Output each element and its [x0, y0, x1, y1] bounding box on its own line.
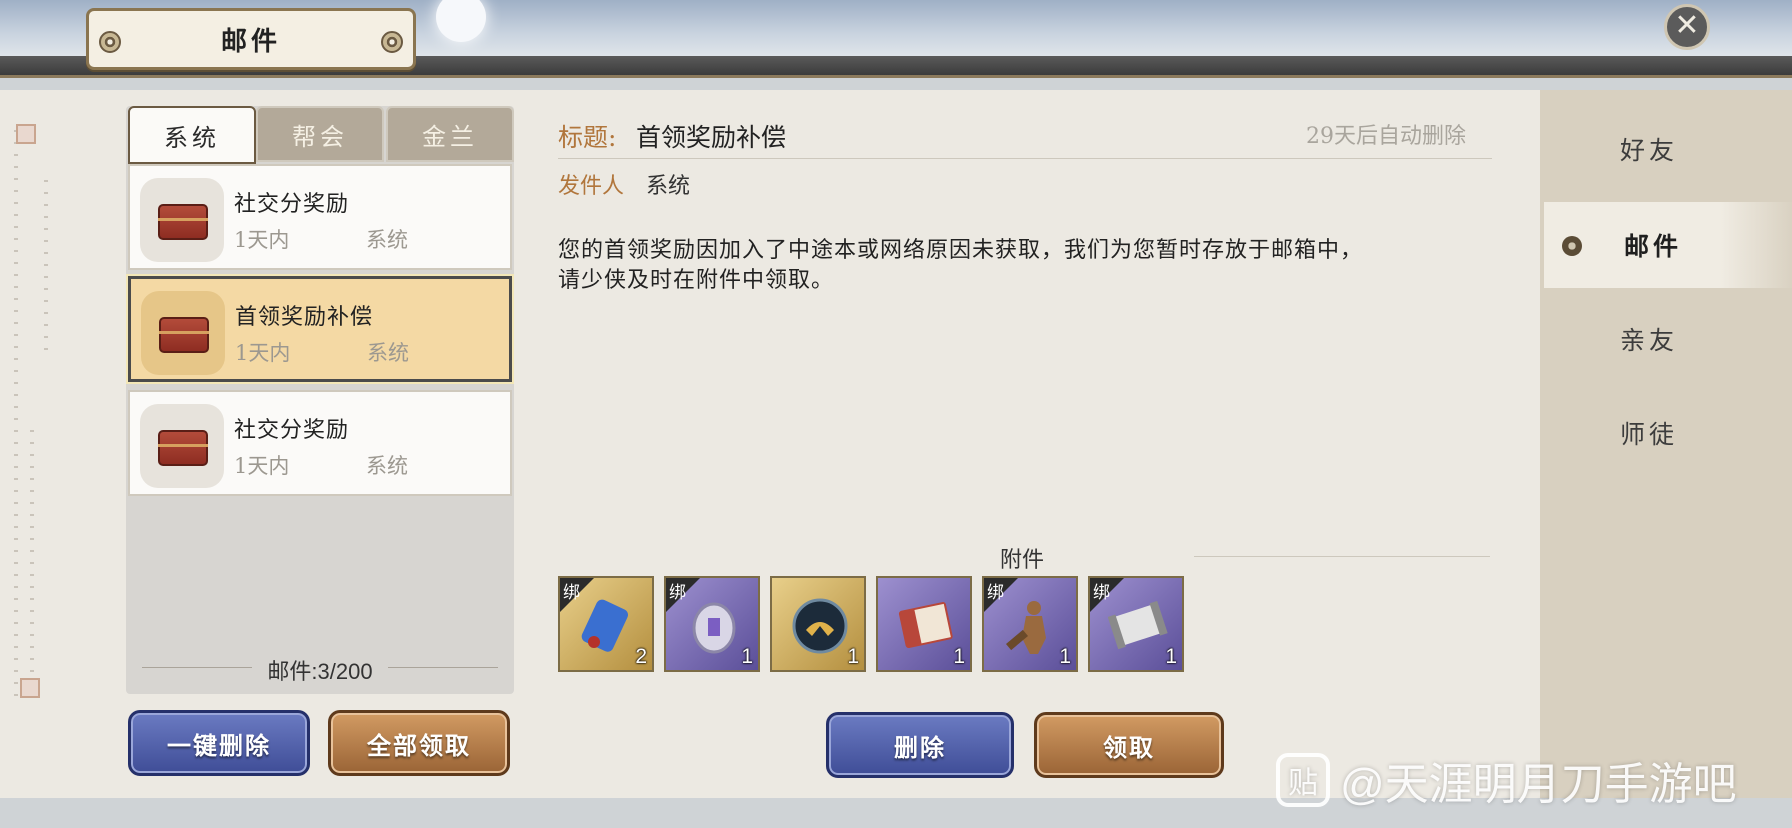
treasure-chest-icon [159, 317, 209, 353]
bound-tag: 绑 [1093, 583, 1110, 603]
sender-value: 系统 [646, 174, 691, 199]
claim-all-button[interactable]: 全部领取 [328, 710, 510, 776]
red-book-icon [898, 602, 953, 649]
bound-tag: 绑 [563, 583, 580, 603]
item-quantity: 1 [1165, 645, 1177, 668]
nav-item-label: 邮件 [1624, 232, 1683, 261]
ornament-knob-icon [99, 31, 121, 53]
attachment-slot[interactable]: 绑 1 [1088, 576, 1184, 672]
calligraphy-decoration [30, 420, 34, 690]
mail-list-item[interactable]: 社交分奖励 1天内 系统 [128, 390, 512, 496]
attachment-slot[interactable]: 绑 1 [664, 576, 760, 672]
item-quantity: 1 [847, 645, 859, 668]
item-quantity: 1 [953, 645, 965, 668]
attachment-slot[interactable]: 1 [770, 576, 866, 672]
nav-item-master-apprentice[interactable]: 师徒 [1540, 390, 1792, 476]
divider [558, 158, 1492, 159]
bound-tag: 绑 [987, 583, 1004, 603]
item-quantity: 1 [1059, 645, 1071, 668]
mail-title: 社交分奖励 [234, 192, 350, 217]
ornament-knob-icon [381, 31, 403, 53]
nav-item-friends[interactable]: 好友 [1540, 106, 1792, 192]
mail-time: 1天内 [235, 341, 291, 365]
mail-icon-frame [140, 178, 224, 262]
mail-sender: 系统 [366, 454, 408, 478]
item-quantity: 2 [635, 645, 647, 668]
attachment-slot[interactable]: 绑 1 [982, 576, 1078, 672]
selected-knob-icon [1562, 236, 1582, 256]
mail-icon-frame [140, 404, 224, 488]
tab-sworn[interactable]: 金兰 [386, 106, 514, 162]
mail-body-line: 您的首领奖励因加入了中途本或网络原因未获取，我们为您暂时存放于邮箱中， [558, 238, 1364, 263]
moon-decoration [436, 0, 486, 42]
tab-system[interactable]: 系统 [128, 106, 256, 164]
mail-list-panel: 系统 帮会 金兰 社交分奖励 1天内 系统 首领奖励补偿 1天内 系统 社交分奖… [126, 106, 514, 694]
mail-body-line: 请少侠及时在附件中领取。 [558, 268, 835, 293]
mail-title: 社交分奖励 [234, 418, 350, 443]
watermark-text: @天涯明月刀手游吧 [1340, 760, 1737, 809]
mail-icon-frame [141, 291, 225, 375]
mail-sender: 系统 [367, 341, 409, 365]
nav-item-mail[interactable]: 邮件 [1544, 202, 1792, 288]
auto-delete-notice: 29天后自动删除 [1306, 124, 1466, 149]
mail-count: 邮件:3/200 [126, 654, 514, 686]
mail-time: 1天内 [234, 228, 290, 252]
mail-list-item[interactable]: 首领奖励补偿 1天内 系统 [128, 276, 512, 382]
delete-button[interactable]: 删除 [826, 712, 1014, 778]
sender-label: 发件人 [558, 174, 625, 199]
delete-all-button[interactable]: 一键删除 [128, 710, 310, 776]
mail-detail-title: 首领奖励补偿 [636, 123, 787, 152]
seal-stamp-icon [20, 678, 40, 698]
mail-body: 您的首领奖励因加入了中途本或网络原因未获取，我们为您暂时存放于邮箱中， 请少侠及… [558, 236, 1478, 296]
nav-item-label: 好友 [1620, 136, 1679, 165]
divider [1194, 556, 1490, 557]
mail-sender: 系统 [366, 228, 408, 252]
claim-button[interactable]: 领取 [1034, 712, 1224, 778]
mail-list-item[interactable]: 社交分奖励 1天内 系统 [128, 164, 512, 270]
nav-item-close-friends[interactable]: 亲友 [1540, 296, 1792, 382]
mail-title: 首领奖励补偿 [235, 305, 374, 330]
nav-item-label: 师徒 [1620, 420, 1679, 449]
seal-stamp-icon [16, 124, 36, 144]
watermark: 贴 @天涯明月刀手游吧 [1276, 748, 1737, 812]
dark-emblem-icon [792, 598, 848, 654]
tieba-logo-icon: 贴 [1276, 753, 1330, 807]
window-title: 邮件 [220, 26, 281, 57]
calligraphy-decoration [14, 120, 18, 700]
attachment-slot[interactable]: 绑 2 [558, 576, 654, 672]
item-quantity: 1 [741, 645, 753, 668]
calligraphy-decoration [44, 170, 48, 350]
attachment-slot[interactable]: 1 [876, 576, 972, 672]
attachments-label: 附件 [1000, 548, 1045, 573]
bound-tag: 绑 [669, 583, 686, 603]
treasure-chest-icon [158, 204, 208, 240]
tab-guild[interactable]: 帮会 [256, 106, 384, 162]
treasure-chest-icon [158, 430, 208, 466]
nav-item-label: 亲友 [1620, 326, 1679, 355]
mail-time: 1天内 [234, 454, 290, 478]
close-button[interactable]: ✕ [1664, 4, 1710, 50]
window-title-tab: 邮件 [86, 8, 416, 70]
title-label: 标题: [558, 123, 617, 152]
